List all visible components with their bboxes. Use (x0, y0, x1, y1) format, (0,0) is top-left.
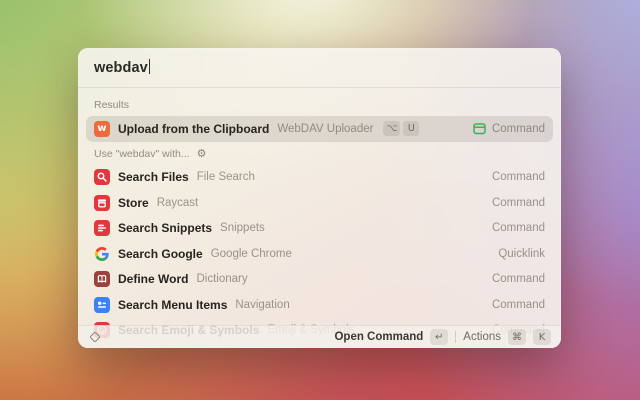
use-with-section-header: Use "webdav" with... ⚙ (86, 142, 553, 165)
result-row-search-files[interactable]: Search Files File Search Command (86, 165, 553, 191)
row-subtitle: File Search (197, 171, 255, 183)
search-input[interactable]: webdav (94, 59, 150, 76)
gear-icon[interactable]: ⚙ (197, 148, 207, 159)
row-subtitle: Dictionary (196, 273, 247, 285)
row-type-label: Command (492, 171, 545, 183)
shortcut-keys: ⌥ U (383, 121, 419, 136)
row-type-label: Quicklink (498, 248, 545, 260)
row-title: Search Files (118, 170, 189, 184)
return-key-icon: ↵ (430, 329, 448, 345)
result-row-upload-from-clipboard[interactable]: w Upload from the Clipboard WebDAV Uploa… (86, 116, 553, 142)
raycast-window: webdav Results w Upload from the Clipboa… (78, 48, 561, 348)
results-list: Results w Upload from the Clipboard WebD… (78, 88, 561, 343)
results-header-label: Results (94, 99, 129, 111)
k-key-icon: K (533, 329, 551, 345)
row-title: Store (118, 196, 149, 210)
search-files-icon (94, 169, 110, 185)
footer-bar: Open Command ↵ Actions ⌘ K (78, 325, 561, 348)
result-row-search-menu-items[interactable]: Search Menu Items Navigation Command (86, 292, 553, 318)
row-type-label: Command (492, 123, 545, 135)
row-type-label: Command (492, 197, 545, 209)
result-row-store[interactable]: Store Raycast Command (86, 190, 553, 216)
row-title: Search Google (118, 247, 203, 261)
results-section-header: Results (86, 93, 553, 116)
row-subtitle: Snippets (220, 222, 265, 234)
menu-items-icon (94, 297, 110, 313)
search-query: webdav (94, 60, 148, 76)
row-title: Search Snippets (118, 221, 212, 235)
result-row-search-google[interactable]: Search Google Google Chrome Quicklink (86, 241, 553, 267)
result-row-define-word[interactable]: Define Word Dictionary Command (86, 267, 553, 293)
option-key: ⌥ (383, 121, 400, 136)
row-type-label: Command (492, 299, 545, 311)
store-icon (94, 195, 110, 211)
command-type-icon (473, 122, 486, 135)
row-type-label: Command (492, 273, 545, 285)
row-subtitle: Navigation (235, 299, 289, 311)
dictionary-icon (94, 271, 110, 287)
actions-button[interactable]: Actions (463, 331, 501, 343)
row-title: Search Menu Items (118, 298, 227, 312)
result-row-search-snippets[interactable]: Search Snippets Snippets Command (86, 216, 553, 242)
snippets-icon (94, 220, 110, 236)
webdav-uploader-icon: w (94, 121, 110, 137)
row-title: Upload from the Clipboard (118, 122, 269, 136)
use-with-header-label: Use "webdav" with... (94, 148, 190, 160)
row-subtitle: Google Chrome (211, 248, 292, 260)
u-key: U (403, 121, 419, 136)
row-type-label: Command (492, 222, 545, 234)
open-command-button[interactable]: Open Command (334, 331, 423, 343)
row-subtitle: Raycast (157, 197, 199, 209)
raycast-logo-icon (89, 331, 100, 342)
row-subtitle: WebDAV Uploader (277, 123, 373, 135)
row-title: Define Word (118, 272, 188, 286)
footer-divider (455, 331, 456, 343)
google-icon (94, 246, 110, 262)
search-bar: webdav (78, 48, 561, 88)
text-caret (149, 59, 151, 74)
command-key-icon: ⌘ (508, 329, 526, 345)
